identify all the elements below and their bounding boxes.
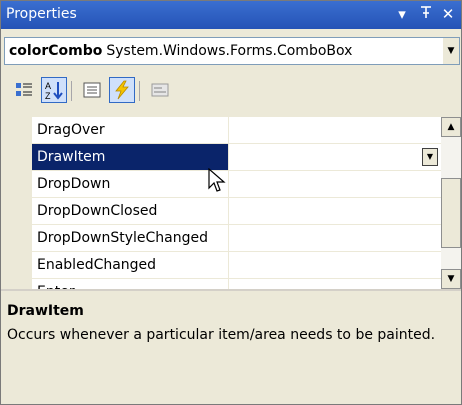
toolbar-separator xyxy=(139,81,140,101)
property-value[interactable] xyxy=(230,252,441,278)
property-row[interactable]: DropDownClosed xyxy=(32,198,441,225)
property-row[interactable]: EnabledChanged xyxy=(32,252,441,279)
property-pages-icon xyxy=(151,83,169,97)
property-name[interactable]: DropDownClosed xyxy=(32,198,229,224)
object-type: System.Windows.Forms.ComboBox xyxy=(106,43,353,59)
property-pages-button[interactable] xyxy=(147,77,173,103)
alphabetical-sort-icon: A Z xyxy=(45,81,63,100)
scroll-up-icon[interactable]: ▲ xyxy=(441,117,461,137)
categorized-icon xyxy=(16,83,32,96)
svg-text:Z: Z xyxy=(45,91,51,100)
property-name[interactable]: EnabledChanged xyxy=(32,252,229,278)
description-text: Occurs whenever a particular item/area n… xyxy=(7,327,436,343)
grid-gutter xyxy=(1,117,32,289)
window-menu-dropdown-icon[interactable]: ▾ xyxy=(391,3,413,25)
description-pane: DrawItem Occurs whenever a particular it… xyxy=(1,293,461,404)
lightning-icon xyxy=(115,80,129,100)
property-row[interactable]: DragOver xyxy=(32,117,441,144)
property-row[interactable]: DropDownStyleChanged xyxy=(32,225,441,252)
mouse-cursor-icon xyxy=(208,168,226,192)
property-value[interactable] xyxy=(230,198,441,224)
property-value[interactable] xyxy=(230,225,441,251)
events-button[interactable] xyxy=(109,77,135,103)
close-icon[interactable]: ✕ xyxy=(437,3,459,25)
vertical-scrollbar[interactable]: ▲ ▼ xyxy=(441,117,461,289)
properties-button[interactable] xyxy=(79,77,105,103)
object-selector-dropdown-icon[interactable]: ▼ xyxy=(443,38,459,64)
properties-list-icon xyxy=(83,82,101,98)
window-title: Properties xyxy=(6,6,77,22)
description-splitter[interactable] xyxy=(1,289,461,291)
property-value[interactable] xyxy=(230,171,441,197)
property-row[interactable]: DrawItem ▼ xyxy=(32,144,441,171)
toolbar: A Z xyxy=(1,73,461,109)
toolbar-separator xyxy=(71,81,72,101)
property-value[interactable] xyxy=(230,117,441,143)
scroll-thumb[interactable] xyxy=(441,178,461,248)
properties-window: Properties ▾ ✕ colorCombo System.Windows.… xyxy=(0,0,462,405)
property-value[interactable] xyxy=(230,144,441,170)
object-name: colorCombo xyxy=(9,43,103,59)
title-bar: Properties ▾ ✕ xyxy=(1,1,461,29)
object-selector[interactable]: colorCombo System.Windows.Forms.ComboBox … xyxy=(4,37,460,65)
categorized-button[interactable] xyxy=(11,77,37,103)
property-name[interactable]: DropDownStyleChanged xyxy=(32,225,229,251)
pin-icon[interactable] xyxy=(415,3,437,25)
property-row[interactable]: Enter xyxy=(32,279,441,289)
description-title: DrawItem xyxy=(7,303,84,319)
property-grid: DragOver DrawItem ▼ DropDown DropDownClosed D… xyxy=(1,117,441,289)
property-name[interactable]: DragOver xyxy=(32,117,229,143)
alphabetical-button[interactable]: A Z xyxy=(41,77,67,103)
property-name[interactable]: DropDown xyxy=(32,171,229,197)
svg-text:A: A xyxy=(45,81,51,91)
property-name[interactable]: Enter xyxy=(32,279,229,289)
value-dropdown-icon[interactable]: ▼ xyxy=(422,148,438,166)
property-name[interactable]: DrawItem xyxy=(32,144,229,170)
property-value[interactable] xyxy=(230,279,441,289)
scroll-down-icon[interactable]: ▼ xyxy=(441,269,461,289)
property-row[interactable]: DropDown xyxy=(32,171,441,198)
